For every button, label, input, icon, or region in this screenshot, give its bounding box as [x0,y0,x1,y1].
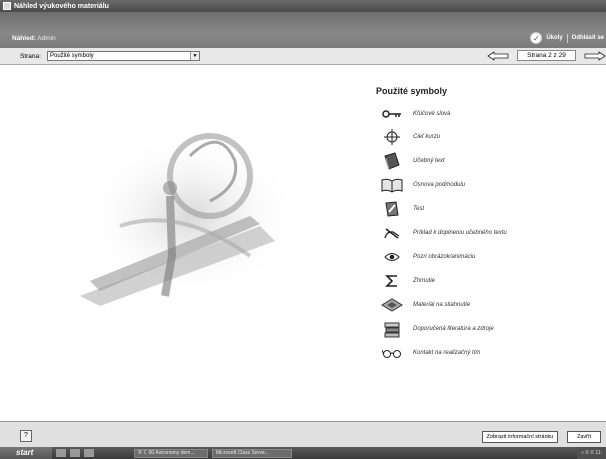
list-item: Materiál na stiahnutie [380,295,470,315]
list-item: Cieľ kurzu [380,127,440,147]
list-item-label: Kľúčové slová [413,111,451,117]
sigma-icon [380,271,404,291]
header-bar: Náhled: Admin ✓ Úkoly Odhlásit se [0,12,606,48]
eye-icon [380,247,404,267]
page-navigation-bar: Strana: Použité symboly ▼ Strana 2 z 29 [0,48,606,65]
page-title: Použité symboly [376,86,448,96]
preview-user: Admin [37,35,56,42]
list-item: Učebný text [380,151,445,171]
next-page-button[interactable] [584,50,606,61]
quick-launch-icon[interactable] [56,449,66,457]
chevron-down-icon[interactable]: ▼ [190,52,199,60]
list-item: Kľúčové slová [380,104,450,124]
check-circle-icon[interactable]: ✓ [530,32,543,44]
crosshair-icon [380,127,404,147]
start-button[interactable]: start [0,447,52,459]
taskbar-item[interactable]: ® 7. 00 Astronomy dem... [134,448,208,458]
page-select[interactable]: Použité symboly ▼ [47,51,200,61]
app-window-icon [3,2,11,10]
list-item-label: Príklad k doplneniu učebného textu [413,230,507,236]
list-item-label: Cieľ kurzu [413,134,441,140]
system-tray: « © © 11: [577,447,606,459]
header-tools: ✓ Úkoly Odhlásit se [530,32,604,44]
window-title: Náhled výukového materiálu [14,2,109,10]
list-item: Test [380,199,424,219]
books-stack-icon [380,319,404,339]
footer-bar: ? Zobrazit informační stránku Zavřít [0,421,606,447]
preview-user-info: Náhled: Admin [12,35,56,42]
page-select-value: Použité symboly [50,53,94,59]
list-item: Pozri obrázok/animáciu [380,247,475,267]
arrow-right-icon [584,50,606,61]
list-item-label: Test [413,206,425,212]
tasks-link[interactable]: Úkoly [546,35,562,41]
decorative-hero-graphic [80,131,290,306]
content-area: Použité symboly Kľúčové slová Cieľ kurzu… [0,66,606,421]
arrow-left-icon [487,50,509,61]
list-item: Príklad k doplneniu učebného textu [380,223,507,243]
window-titlebar: Náhled výukového materiálu [0,0,606,12]
open-book-icon [380,175,404,195]
info-page-button[interactable]: Zobrazit informační stránku [482,431,558,443]
logout-link[interactable]: Odhlásit se [572,35,604,41]
list-item-label: Zhrnutie [413,278,436,284]
help-button[interactable]: ? [20,430,32,442]
diskette-icon [380,295,404,315]
list-item: Zhrnutie [380,271,435,291]
list-item: Osnova podmodulu [380,175,465,195]
list-item: Doporučená literatúra a zdroje [380,319,494,339]
pager: Strana 2 z 29 [487,50,606,61]
list-item: Kontakt na realizačný tím [380,343,480,363]
page-indicator: Strana 2 z 29 [517,50,576,61]
quick-launch-icon[interactable] [70,449,80,457]
list-item-label: Materiál na stiahnutie [413,302,471,308]
list-item-label: Pozri obrázok/animáciu [413,254,476,260]
key-icon [380,104,404,124]
list-item-label: Osnova podmodulu [413,182,466,188]
close-button[interactable]: Zavřít [567,431,601,443]
quick-launch-icon[interactable] [84,449,94,457]
list-item-label: Doporučená literatúra a zdroje [413,326,494,332]
list-item-label: Učebný text [413,158,445,164]
glasses-icon [380,343,404,363]
header-divider [566,33,568,43]
os-taskbar: start ® 7. 00 Astronomy dem... Microsoft… [0,447,606,459]
book-icon [380,151,404,171]
hand-pencil-icon [380,223,404,243]
page-select-label: Strana: [20,53,41,60]
test-pencil-icon [380,199,404,219]
preview-label: Náhled: [12,35,36,42]
list-item-label: Kontakt na realizačný tím [413,350,481,356]
taskbar-item[interactable]: Microsoft Class Serve... [212,448,292,458]
previous-page-button[interactable] [487,50,509,61]
